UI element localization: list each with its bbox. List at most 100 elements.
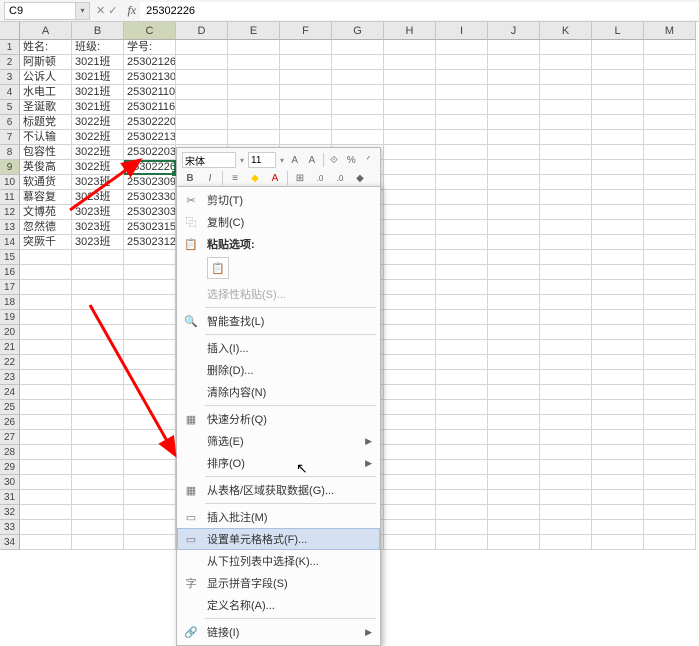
menu-smart-lookup[interactable]: 🔍 智能查找(L) (177, 310, 380, 332)
row-header[interactable]: 2 (0, 55, 20, 70)
cell[interactable] (436, 70, 488, 85)
row-header[interactable]: 12 (0, 205, 20, 220)
cell[interactable] (644, 235, 696, 250)
cell[interactable] (592, 400, 644, 415)
cell[interactable] (540, 295, 592, 310)
cell[interactable] (644, 130, 696, 145)
cell[interactable] (384, 295, 436, 310)
cell[interactable] (332, 55, 384, 70)
row-header[interactable]: 25 (0, 400, 20, 415)
cell[interactable]: 25302226 (124, 160, 176, 175)
row-header[interactable]: 21 (0, 340, 20, 355)
cell[interactable] (488, 325, 540, 340)
cell[interactable] (20, 475, 72, 490)
cell[interactable] (644, 145, 696, 160)
cell[interactable] (176, 55, 228, 70)
font-select[interactable] (182, 152, 236, 168)
cell[interactable] (72, 310, 124, 325)
cell[interactable] (384, 520, 436, 535)
cell[interactable] (124, 325, 176, 340)
cell[interactable] (488, 175, 540, 190)
cell[interactable]: 3023班 (72, 235, 124, 250)
cell[interactable] (644, 40, 696, 55)
cell[interactable] (332, 40, 384, 55)
cell[interactable] (592, 340, 644, 355)
cell[interactable] (72, 475, 124, 490)
cell[interactable] (540, 370, 592, 385)
cell[interactable] (124, 295, 176, 310)
cell[interactable] (72, 430, 124, 445)
cell[interactable]: 25302126 (124, 55, 176, 70)
cell[interactable] (644, 535, 696, 550)
row-header[interactable]: 32 (0, 505, 20, 520)
cell[interactable] (436, 460, 488, 475)
cell[interactable] (488, 490, 540, 505)
format-icon[interactable]: ◆ (352, 170, 368, 186)
menu-cut[interactable]: ✂ 剪切(T) (177, 189, 380, 211)
cell[interactable] (228, 70, 280, 85)
cell[interactable] (540, 190, 592, 205)
cell[interactable] (436, 385, 488, 400)
row-header[interactable]: 34 (0, 535, 20, 550)
cell[interactable] (540, 175, 592, 190)
column-header[interactable]: I (436, 22, 488, 40)
cell[interactable] (20, 505, 72, 520)
cell[interactable] (384, 130, 436, 145)
cell[interactable] (592, 40, 644, 55)
cell[interactable] (176, 130, 228, 145)
cell[interactable] (592, 145, 644, 160)
select-all-corner[interactable] (0, 22, 20, 40)
cell[interactable] (540, 445, 592, 460)
cell[interactable] (592, 370, 644, 385)
cell[interactable] (488, 85, 540, 100)
cell[interactable] (20, 250, 72, 265)
cell[interactable]: 3022班 (72, 160, 124, 175)
cell[interactable] (488, 100, 540, 115)
cell[interactable] (384, 235, 436, 250)
menu-link[interactable]: 🔗 链接(I) ▶ (177, 621, 380, 643)
cell[interactable]: 包容性 (20, 145, 72, 160)
cell[interactable] (72, 370, 124, 385)
cell[interactable] (384, 85, 436, 100)
cell[interactable] (644, 265, 696, 280)
cell[interactable] (332, 85, 384, 100)
cell[interactable] (72, 280, 124, 295)
cell[interactable] (592, 175, 644, 190)
cell[interactable] (592, 475, 644, 490)
cell[interactable]: 25302220 (124, 115, 176, 130)
cell[interactable] (20, 385, 72, 400)
cell[interactable] (540, 355, 592, 370)
cell[interactable] (436, 370, 488, 385)
cell[interactable]: 不认输 (20, 130, 72, 145)
column-header[interactable]: D (176, 22, 228, 40)
cell[interactable] (280, 55, 332, 70)
cell[interactable]: 3021班 (72, 70, 124, 85)
format-painter-icon[interactable]: ⟐ (327, 152, 340, 168)
row-header[interactable]: 8 (0, 145, 20, 160)
name-box[interactable] (4, 2, 76, 20)
row-header[interactable]: 9 (0, 160, 20, 175)
cell[interactable] (540, 325, 592, 340)
cell[interactable] (644, 250, 696, 265)
cell[interactable] (592, 505, 644, 520)
font-size[interactable] (248, 152, 276, 168)
cell[interactable] (384, 280, 436, 295)
cell[interactable] (488, 280, 540, 295)
row-header[interactable]: 27 (0, 430, 20, 445)
cell[interactable] (644, 220, 696, 235)
cell[interactable] (488, 505, 540, 520)
cell[interactable] (592, 70, 644, 85)
cell[interactable] (436, 535, 488, 550)
cell[interactable] (436, 160, 488, 175)
cell[interactable] (644, 505, 696, 520)
cell[interactable] (124, 355, 176, 370)
cell[interactable] (124, 490, 176, 505)
cell[interactable] (20, 370, 72, 385)
bold-icon[interactable]: B (182, 170, 198, 186)
cell[interactable] (332, 130, 384, 145)
cell[interactable] (540, 340, 592, 355)
cell[interactable] (384, 445, 436, 460)
cell[interactable] (384, 55, 436, 70)
cell[interactable]: 25302203 (124, 145, 176, 160)
cell[interactable] (436, 340, 488, 355)
